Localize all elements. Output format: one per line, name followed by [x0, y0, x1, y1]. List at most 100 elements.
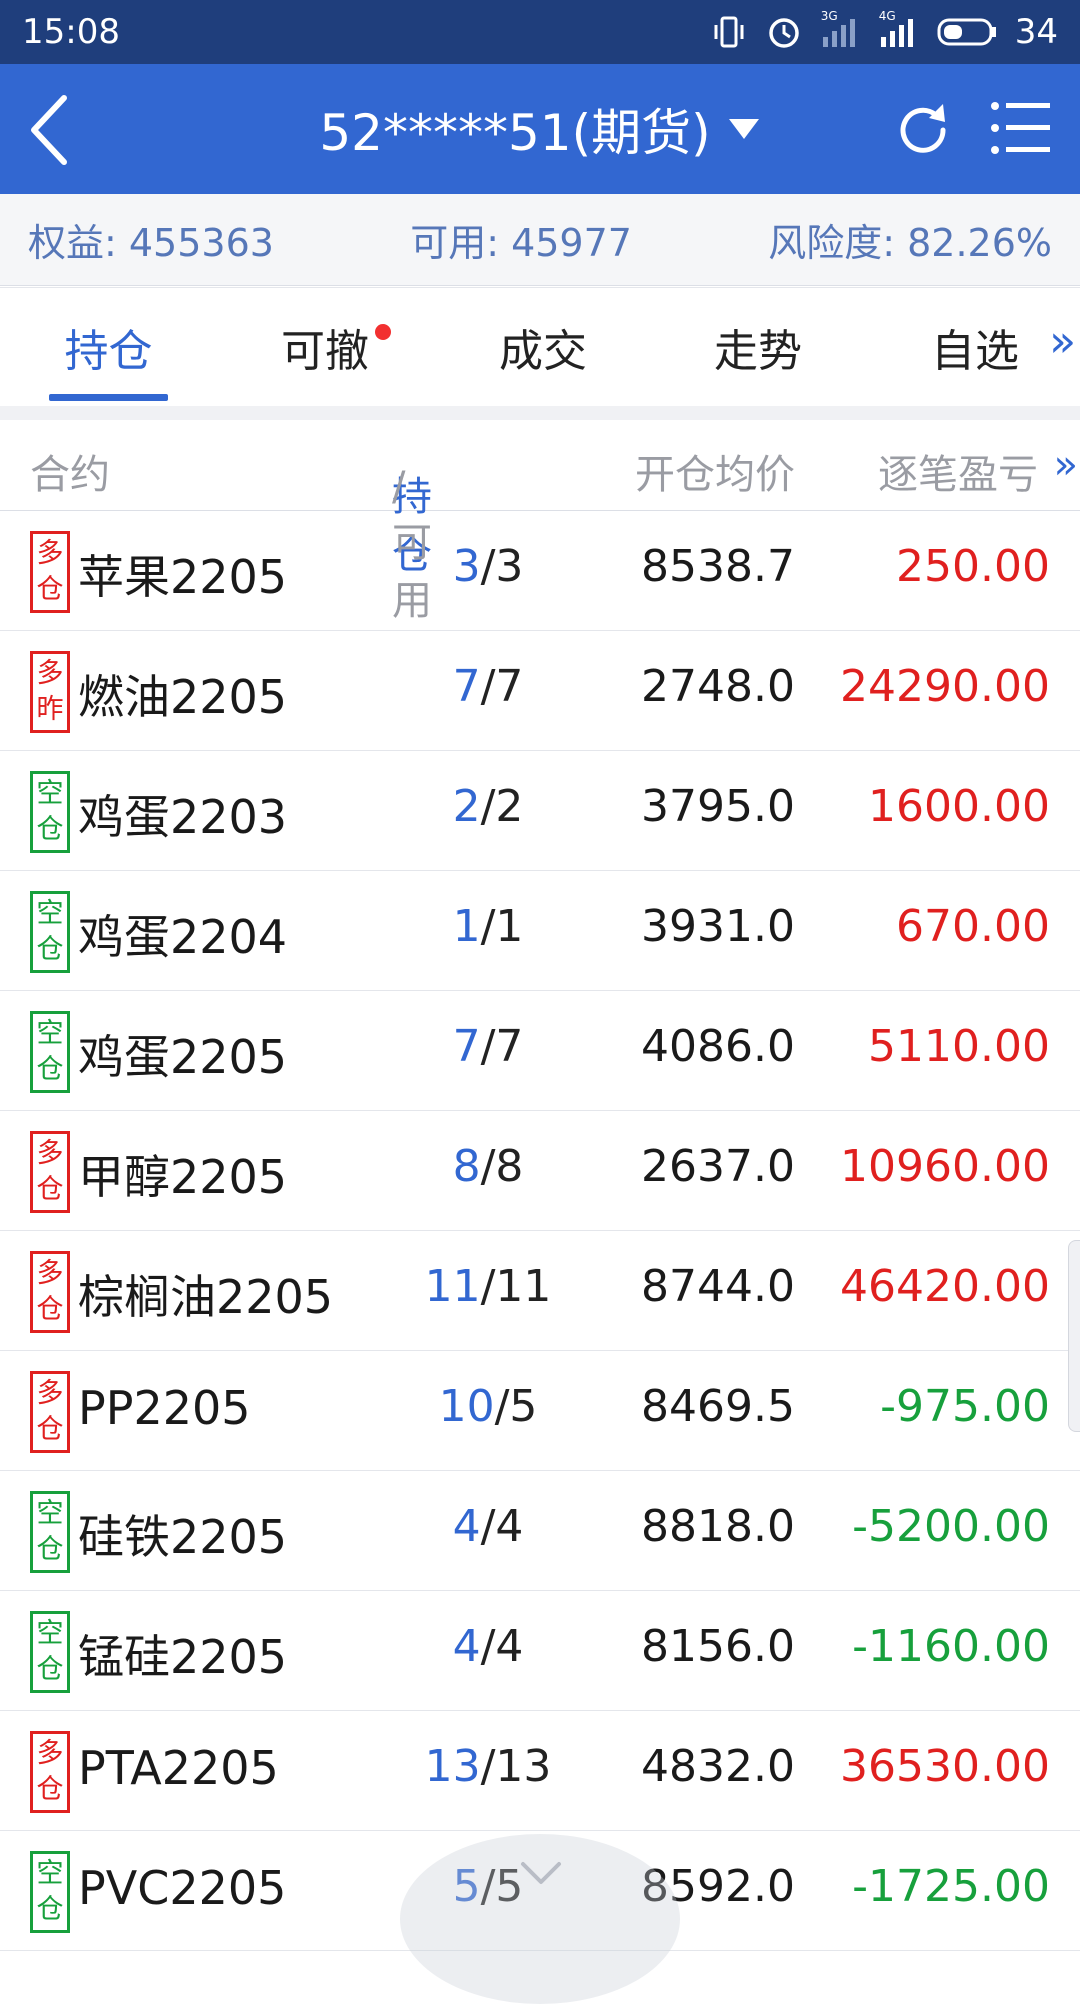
contract-name: 甲醇2205 [78, 1150, 288, 1204]
contract-name: 鸡蛋2203 [78, 790, 288, 844]
account-title[interactable]: 52*****51(期货) [319, 93, 710, 165]
table-row[interactable]: 空仓硅铁2205 4/4 8818.0 -5200.00 [0, 1471, 1080, 1591]
header-more-icon[interactable]: » [1054, 442, 1078, 488]
contract-name: 棕榈油2205 [78, 1270, 334, 1324]
contract-name: 鸡蛋2205 [78, 1030, 288, 1084]
header-contract: 合约 [30, 452, 110, 498]
tab-watchlist[interactable]: 自选 [920, 288, 1030, 406]
position-pnl: 10960.00 [840, 1141, 1050, 1192]
battery-icon [937, 17, 997, 47]
position-side-badge: 空仓 [30, 771, 70, 853]
status-bar: 15:08 3G 4G 34 [0, 0, 1080, 64]
position-quantity: 1/1 [452, 901, 524, 952]
avg-open-price: 8744.0 [641, 1261, 795, 1312]
table-row[interactable]: 空仓鸡蛋2205 7/7 4086.0 5110.00 [0, 991, 1080, 1111]
avg-open-price: 3931.0 [641, 901, 795, 952]
avg-open-price: 8156.0 [641, 1621, 795, 1672]
tab-positions[interactable]: 持仓 [49, 288, 168, 406]
tab-trades[interactable]: 成交 [488, 288, 598, 406]
header-avg-price[interactable]: 开仓均价 [635, 442, 795, 500]
table-row[interactable]: 空仓鸡蛋2204 1/1 3931.0 670.00 [0, 871, 1080, 991]
contract-name: 鸡蛋2204 [78, 910, 288, 964]
position-pnl: 5110.00 [868, 1021, 1050, 1072]
back-icon[interactable] [26, 90, 76, 170]
risk-value: 风险度: 82.26% [768, 221, 1052, 265]
battery-level: 34 [1014, 12, 1058, 52]
network-4g-label: 4G [878, 9, 896, 23]
notification-dot [375, 324, 391, 340]
table-row[interactable]: 空仓鸡蛋2203 2/2 3795.0 1600.00 [0, 751, 1080, 871]
tab-trend[interactable]: 走势 [703, 288, 813, 406]
chevron-down-icon[interactable] [519, 1860, 563, 1888]
position-quantity: 11/11 [424, 1261, 552, 1312]
position-side-badge: 空仓 [30, 1011, 70, 1093]
position-side-badge: 多仓 [30, 1131, 70, 1213]
avg-open-price: 2637.0 [641, 1141, 795, 1192]
position-side-badge: 空仓 [30, 1491, 70, 1573]
header-pnl[interactable]: 逐笔盈亏 [878, 442, 1038, 500]
position-side-badge: 多仓 [30, 1251, 70, 1333]
tab-bar: 持仓 可撤 成交 走势 自选 » [0, 288, 1080, 406]
position-side-badge: 空仓 [30, 1851, 70, 1933]
position-quantity: 3/3 [452, 541, 524, 592]
position-side-badge: 多仓 [30, 1371, 70, 1453]
position-quantity: 13/13 [424, 1741, 552, 1792]
avg-open-price: 8469.5 [641, 1381, 795, 1432]
section-gap [0, 406, 1080, 420]
signal-icon: 4G [879, 9, 919, 49]
signal-icon: 3G [821, 9, 861, 49]
table-row[interactable]: 多仓 PP2205 10/5 8469.5 -975.00 [0, 1351, 1080, 1471]
app-header: 52*****51(期货) [0, 64, 1080, 194]
position-pnl: 24290.00 [840, 661, 1050, 712]
position-quantity: 7/7 [452, 661, 524, 712]
status-time: 15:08 [22, 12, 120, 52]
table-header: 合约 持仓/可用 开仓均价 逐笔盈亏 » [0, 420, 1080, 624]
position-quantity: 4/4 [452, 1501, 524, 1552]
table-row[interactable]: 多仓 PTA2205 13/13 4832.0 36530.00 [0, 1711, 1080, 1831]
refresh-icon[interactable] [893, 100, 953, 160]
position-side-badge: 多昨 [30, 651, 70, 733]
contract-name: 硅铁2205 [78, 1510, 288, 1564]
contract-name: 锰硅2205 [78, 1630, 288, 1684]
position-pnl: -1160.00 [852, 1621, 1050, 1672]
position-side-badge: 空仓 [30, 891, 70, 973]
avg-open-price: 8818.0 [641, 1501, 795, 1552]
position-quantity: 4/4 [452, 1621, 524, 1672]
position-quantity: 2/2 [452, 781, 524, 832]
tabs-more-icon[interactable]: » [1049, 316, 1076, 367]
status-icons: 3G 4G 34 [711, 9, 1058, 52]
scroll-handle[interactable] [1068, 1240, 1080, 1432]
available-value: 可用: 45977 [410, 221, 632, 265]
contract-name: 苹果2205 [78, 550, 288, 604]
position-side-badge: 多仓 [30, 1731, 70, 1813]
position-pnl: 670.00 [896, 901, 1050, 952]
tab-cancellable[interactable]: 可撤 [270, 288, 380, 406]
table-row[interactable]: 多仓棕榈油2205 11/11 8744.0 46420.00 [0, 1231, 1080, 1351]
position-side-badge: 多仓 [30, 531, 70, 613]
position-quantity: 10/5 [438, 1381, 538, 1432]
position-pnl: 46420.00 [840, 1261, 1050, 1312]
position-list: 多仓苹果2205 3/3 8538.7 250.00 多昨燃油2205 7/7 2748.0… [0, 511, 1080, 1951]
alarm-icon [765, 13, 803, 51]
table-row[interactable]: 多仓甲醇2205 8/8 2637.0 10960.00 [0, 1111, 1080, 1231]
position-quantity: 8/8 [452, 1141, 524, 1192]
avg-open-price: 4832.0 [641, 1741, 795, 1792]
position-pnl: 36530.00 [840, 1741, 1050, 1792]
tab-active-indicator [49, 394, 168, 401]
avg-open-price: 8538.7 [641, 541, 795, 592]
avg-open-price: 2748.0 [641, 661, 795, 712]
position-pnl: -1725.00 [852, 1861, 1050, 1912]
network-3g-label: 3G [820, 9, 838, 23]
menu-icon[interactable] [990, 100, 1052, 156]
table-row[interactable]: 多昨燃油2205 7/7 2748.0 24290.00 [0, 631, 1080, 751]
position-side-badge: 空仓 [30, 1611, 70, 1693]
equity-value: 权益: 455363 [28, 221, 274, 265]
position-pnl: 250.00 [896, 541, 1050, 592]
avg-open-price: 3795.0 [641, 781, 795, 832]
table-row[interactable]: 空仓锰硅2205 4/4 8156.0 -1160.00 [0, 1591, 1080, 1711]
table-row[interactable]: 多仓苹果2205 3/3 8538.7 250.00 [0, 511, 1080, 631]
contract-name: PTA2205 [78, 1741, 279, 1795]
dropdown-icon[interactable] [727, 117, 761, 141]
position-pnl: -5200.00 [852, 1501, 1050, 1552]
account-summary: 权益: 455363 可用: 45977 风险度: 82.26% [0, 194, 1080, 286]
